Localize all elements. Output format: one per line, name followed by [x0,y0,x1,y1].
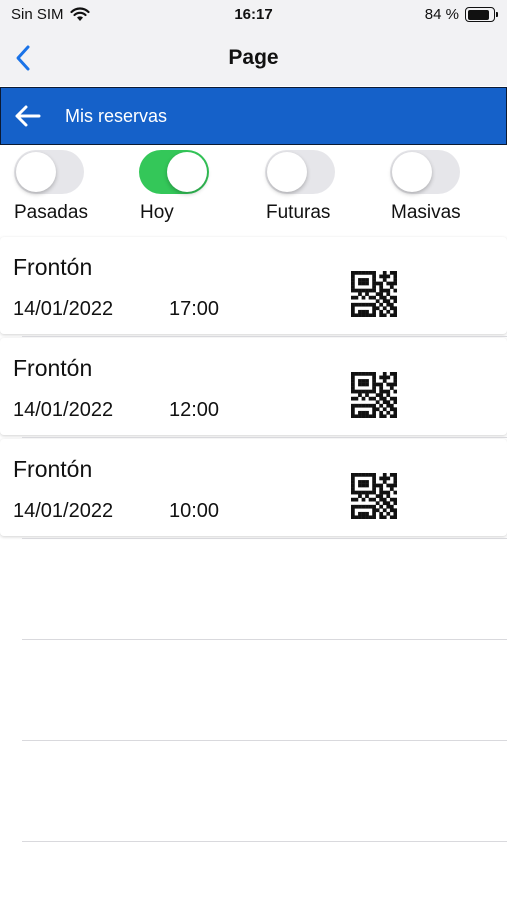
divider [22,740,507,741]
toggle-futuras[interactable] [265,150,335,194]
divider [22,538,507,539]
reservation-card[interactable]: Frontón 14/01/2022 12:00 [0,338,507,435]
divider [22,437,507,438]
status-bar: Sin SIM 16:17 84 % [0,0,507,30]
navigation-bar: Page [0,30,507,86]
qr-code-icon[interactable] [351,372,397,418]
reservation-date: 14/01/2022 [13,298,114,320]
divider [22,336,507,337]
toggle-pasadas[interactable] [14,150,84,194]
toggle-knob [16,152,56,192]
arrow-left-icon [15,105,41,127]
toggle-knob [167,152,207,192]
toggle-masivas[interactable] [390,150,460,194]
toggle-hoy[interactable] [139,150,209,194]
reservation-name: Frontón [13,456,93,482]
reservation-name: Frontón [13,254,93,280]
divider [22,639,507,640]
reservation-card[interactable]: Frontón 14/01/2022 17:00 [0,237,507,334]
qr-code-icon[interactable] [351,271,397,317]
status-right: 84 % [424,6,498,23]
toggle-knob [392,152,432,192]
toolbar-title: Mis reservas [65,106,168,126]
reservation-card[interactable]: Frontón 14/01/2022 10:00 [0,439,507,536]
app-toolbar: Mis reservas [0,87,507,145]
reservation-date: 14/01/2022 [13,500,114,522]
page-title: Page [228,46,279,69]
reservation-time: 17:00 [169,298,220,320]
reservation-time: 12:00 [169,399,220,421]
divider [22,841,507,842]
qr-code-icon[interactable] [351,473,397,519]
toolbar-back-button[interactable] [11,101,43,131]
filter-toggles: Pasadas Hoy Futuras Masivas [0,145,507,235]
toggle-label-hoy: Hoy [140,202,174,223]
toggle-label-masivas: Masivas [391,202,461,223]
toggle-label-futuras: Futuras [266,202,331,223]
toggle-knob [267,152,307,192]
battery-icon [465,7,498,22]
reservation-name: Frontón [13,355,93,381]
toggle-label-pasadas: Pasadas [14,202,88,223]
battery-percent: 84 % [424,6,459,23]
reservation-date: 14/01/2022 [13,399,114,421]
reservation-time: 10:00 [169,500,220,522]
